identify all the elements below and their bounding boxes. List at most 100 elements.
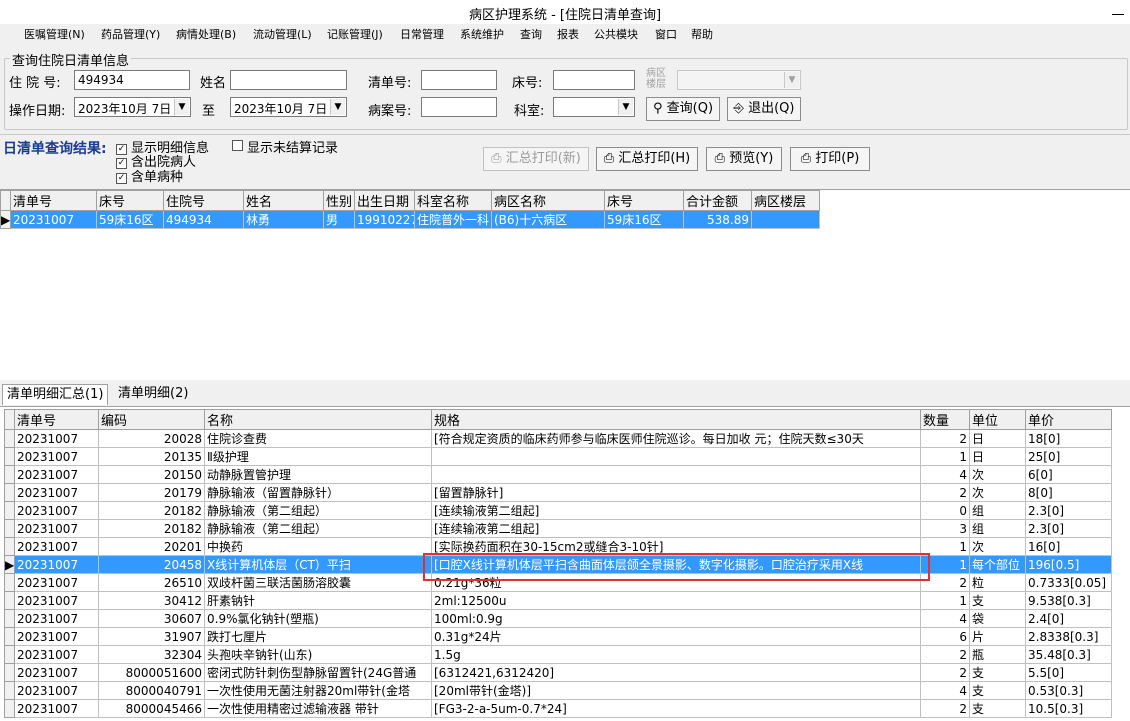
table-cell[interactable]: 20231007 [14, 465, 99, 484]
table-row[interactable]: 20231007 30412 肝素钠针 2ml:12500u 1 支 9.538[0.3] [4, 591, 1112, 610]
column-header[interactable]: 单位 [969, 409, 1026, 430]
menu-condition[interactable]: 病情处理(B) [176, 26, 236, 42]
table-cell[interactable]: 20458 [98, 555, 205, 574]
table-cell[interactable] [431, 447, 921, 466]
column-header[interactable]: 合计金额 [683, 190, 752, 211]
table-cell[interactable]: 静脉输液（留置静脉针） [204, 483, 432, 502]
table-row[interactable]: 20231007 20182 静脉输液（第二组起） [连续输液第二组起] 3 组 2.3[0… [4, 519, 1112, 538]
table-cell[interactable]: 支 [969, 591, 1026, 610]
table-cell[interactable]: [FG3-2-a-5um-0.7*24] [431, 699, 921, 718]
table-cell[interactable]: 494934 [163, 210, 244, 229]
preview-button[interactable]: ⎙ 预览(Y) [706, 147, 782, 171]
admission-input[interactable]: 494934 [74, 70, 190, 90]
column-header[interactable]: 编码 [98, 409, 205, 430]
table-cell[interactable]: 头孢呋辛钠针(山东) [204, 645, 432, 664]
date-from-picker[interactable]: 2023年10月 7日 ▼ [74, 97, 191, 117]
column-header[interactable]: 病区楼层 [751, 190, 820, 211]
column-header[interactable]: 清单号 [10, 190, 97, 211]
menu-accounting[interactable]: 记账管理(J) [327, 26, 383, 42]
table-cell[interactable]: 瓶 [969, 645, 1026, 664]
table-cell[interactable]: 4 [920, 609, 970, 628]
table-cell[interactable]: 跌打七厘片 [204, 627, 432, 646]
table-cell[interactable]: 2 [920, 483, 970, 502]
table-cell[interactable]: 8000051600 [98, 663, 205, 682]
table-cell[interactable]: [连续输液第二组起] [431, 501, 921, 520]
menu-flow[interactable]: 流动管理(L) [253, 26, 312, 42]
table-row[interactable]: 20231007 30607 0.9%氯化钠针(塑瓶) 100ml:0.9g 4 袋 2.4… [4, 609, 1112, 628]
table-cell[interactable]: 100ml:0.9g [431, 609, 921, 628]
menu-daily[interactable]: 日常管理 [400, 26, 444, 42]
table-row[interactable]: 20231007 31907 跌打七厘片 0.31g*24片 6 片 2.8338[0.3] [4, 627, 1112, 646]
column-header[interactable]: 床号 [604, 190, 684, 211]
table-row[interactable]: 20231007 32304 头孢呋辛钠针(山东) 1.5g 2 瓶 35.48[0.3] [4, 645, 1112, 664]
date-to-picker[interactable]: 2023年10月 7日 ▼ [230, 97, 347, 117]
table-cell[interactable]: 密闭式防针刺伤型静脉留置针(24G普通 [204, 663, 432, 682]
table-row[interactable]: 20231007 20150 动静脉置管护理 4 次 6[0] [4, 465, 1112, 484]
chevron-down-icon[interactable]: ▼ [618, 99, 633, 115]
menu-maintenance[interactable]: 系统维护 [460, 26, 504, 42]
table-row[interactable]: 20231007 8000045466 一次性使用精密过滤输液器 带针 [FG3-2-… [4, 699, 1112, 718]
table-cell[interactable]: 一次性使用无菌注射器20ml带针(金塔 [204, 681, 432, 700]
table-cell[interactable]: 20231007 [14, 609, 99, 628]
table-cell[interactable]: 32304 [98, 645, 205, 664]
table-cell[interactable]: 4 [920, 681, 970, 700]
table-cell[interactable]: 住院诊查费 [204, 429, 432, 448]
table-cell[interactable]: 2 [920, 429, 970, 448]
table-cell[interactable]: 20231007 [10, 210, 97, 229]
table-cell[interactable]: 3 [920, 519, 970, 538]
table-cell[interactable]: 20231007 [14, 663, 99, 682]
table-cell[interactable]: 一次性使用精密过滤输液器 带针 [204, 699, 432, 718]
table-cell[interactable]: 20182 [98, 501, 205, 520]
menu-help[interactable]: 帮助 [691, 26, 713, 42]
table-cell[interactable]: 2 [920, 645, 970, 664]
table-cell[interactable]: 35.48[0.3] [1025, 645, 1112, 664]
table-cell[interactable]: 9.538[0.3] [1025, 591, 1112, 610]
table-cell[interactable]: 6 [920, 627, 970, 646]
table-cell[interactable]: (B6)十六病区 [491, 210, 605, 229]
table-cell[interactable]: 袋 [969, 609, 1026, 628]
table-cell[interactable]: 组 [969, 501, 1026, 520]
table-cell[interactable]: 18[0] [1025, 429, 1112, 448]
table-cell[interactable]: 日 [969, 447, 1026, 466]
table-cell[interactable]: 1 [920, 447, 970, 466]
column-header[interactable]: 床号 [96, 190, 164, 211]
menu-query[interactable]: 查询 [520, 26, 542, 42]
table-cell[interactable]: 次 [969, 465, 1026, 484]
exit-button[interactable]: ⎆ 退出(Q) [727, 97, 801, 121]
table-cell[interactable]: 男 [323, 210, 355, 229]
table-cell[interactable]: 20231007 [14, 627, 99, 646]
table-cell[interactable] [751, 210, 820, 229]
table-cell[interactable]: 20135 [98, 447, 205, 466]
table-cell[interactable]: 20231007 [14, 645, 99, 664]
table-cell[interactable]: 20231007 [14, 501, 99, 520]
table-cell[interactable]: 20182 [98, 519, 205, 538]
menu-drugs[interactable]: 药品管理(Y) [101, 26, 160, 42]
table-cell[interactable]: 4 [920, 465, 970, 484]
table-cell[interactable]: 次 [969, 537, 1026, 556]
table-cell[interactable]: 粒 [969, 573, 1026, 592]
table-cell[interactable]: 日 [969, 429, 1026, 448]
column-header[interactable]: 名称 [204, 409, 432, 430]
table-cell[interactable] [431, 465, 921, 484]
table-cell[interactable]: 20028 [98, 429, 205, 448]
table-cell[interactable]: 静脉输液（第二组起） [204, 501, 432, 520]
table-row[interactable]: 20231007 20028 住院诊查费 [符合规定资质的临床药师参与临床医师住院巡诊… [4, 429, 1112, 448]
bill-input[interactable] [421, 70, 497, 90]
table-cell[interactable]: 片 [969, 627, 1026, 646]
table-cell[interactable]: 2.4[0] [1025, 609, 1112, 628]
table-cell[interactable]: [连续输液第二组起] [431, 519, 921, 538]
search-button[interactable]: ⚲ 查询(Q) [646, 97, 720, 121]
table-cell[interactable]: 20231007 [14, 537, 99, 556]
column-header[interactable]: 住院号 [163, 190, 244, 211]
table-cell[interactable]: 20231007 [14, 519, 99, 538]
table-cell[interactable]: 20231007 [14, 429, 99, 448]
table-cell[interactable]: 次 [969, 483, 1026, 502]
table-cell[interactable]: 0.31g*24片 [431, 627, 921, 646]
table-cell[interactable]: 支 [969, 699, 1026, 718]
table-cell[interactable]: 19910227 [354, 210, 415, 229]
column-header[interactable]: 病区名称 [491, 190, 605, 211]
table-cell[interactable]: 5.5[0] [1025, 663, 1112, 682]
table-cell[interactable]: 2ml:12500u [431, 591, 921, 610]
table-cell[interactable]: [符合规定资质的临床药师参与临床医师住院巡诊。每日加收 元；住院天数≤30天 [431, 429, 921, 448]
dept-select[interactable]: ▼ [553, 97, 635, 117]
